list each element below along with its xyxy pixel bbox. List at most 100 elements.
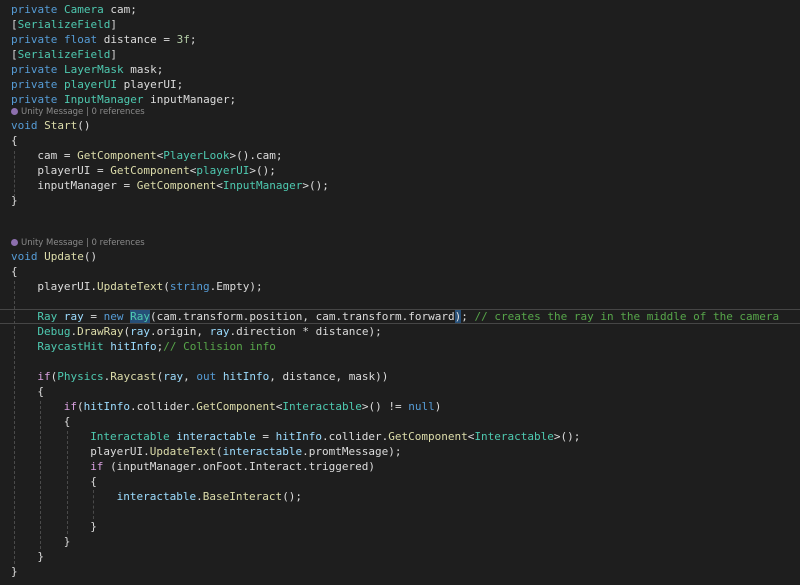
code-token: = [255, 430, 276, 443]
code-token: inputManager; [143, 93, 237, 106]
code-token: ray [209, 325, 230, 338]
code-token: () [83, 250, 98, 263]
code-token: .Empty); [209, 280, 263, 293]
code-token: >(); [553, 430, 581, 443]
code-token: Camera [63, 3, 104, 16]
code-token: if [63, 400, 78, 413]
code-line: } [11, 564, 800, 579]
code-token: ( [163, 280, 170, 293]
code-token: cam = [37, 149, 78, 162]
code-token: , distance, mask)) [269, 370, 389, 383]
code-token: Interactable [282, 400, 362, 413]
code-token: , [183, 370, 197, 383]
code-token: Start [44, 119, 78, 132]
code-line: { [11, 133, 800, 148]
code-token: SerializeField [17, 48, 111, 61]
codelens: Unity Message | 0 references [11, 107, 800, 118]
code-token: Physics [57, 370, 104, 383]
code-token: >().cam; [229, 149, 283, 162]
code-line: Interactable interactable = hitInfo.coll… [11, 429, 800, 444]
code-token: = [83, 310, 104, 323]
code-token: ] [110, 48, 117, 61]
code-token: .collider. [130, 400, 197, 413]
code-token: Interactable [90, 430, 170, 443]
code-editor[interactable]: private Camera cam; [SerializeField] priva… [11, 2, 800, 579]
code-line: private InputManager inputManager; [11, 92, 800, 107]
code-token: ray [163, 370, 184, 383]
code-token: UpdateText [97, 280, 164, 293]
code-token: UpdateText [149, 445, 217, 458]
code-token: playerUI [196, 164, 250, 177]
code-token: InputManager [63, 93, 144, 106]
code-token: >() != [361, 400, 409, 413]
code-token: { [11, 265, 18, 278]
code-token: playerUI; [116, 78, 184, 91]
code-token: ( [216, 445, 223, 458]
codelens-text[interactable]: Unity Message | 0 references [21, 107, 145, 117]
code-token: InputManager [222, 179, 303, 192]
code-line: private playerUI playerUI; [11, 77, 800, 92]
code-token: } [37, 550, 45, 563]
unity-icon [11, 108, 18, 115]
code-token: playerUI = [37, 164, 111, 177]
code-token: ray [130, 325, 150, 338]
code-token: [ [11, 48, 18, 61]
code-token: () [77, 119, 91, 132]
code-token: Ray [130, 310, 151, 323]
code-token: playerUI. [90, 445, 150, 458]
code-token: ray [63, 310, 84, 323]
code-line: { [11, 264, 800, 279]
code-token: SerializeField [17, 18, 111, 31]
code-token: { [11, 134, 18, 147]
code-token: private [11, 33, 64, 46]
code-line: private Camera cam; [11, 2, 800, 17]
code-token: .promtMessage); [302, 445, 402, 458]
code-token: interactable [176, 430, 256, 443]
code-token: >(); [249, 164, 276, 177]
code-token: GetComponent [136, 179, 217, 192]
code-token: LayerMask [63, 63, 124, 76]
code-token: ; [461, 310, 475, 323]
code-line: inputManager = GetComponent<InputManager… [11, 178, 800, 193]
codelens-text[interactable]: Unity Message | 0 references [21, 238, 145, 248]
code-token: GetComponent [388, 430, 468, 443]
code-line: { [11, 384, 800, 399]
code-token: playerUI [63, 78, 117, 91]
code-token: } [11, 565, 18, 578]
code-token: ] [110, 18, 117, 31]
code-line: playerUI.UpdateText(interactable.promtMe… [11, 444, 800, 459]
unity-icon [11, 239, 18, 246]
code-line: private float distance = 3f; [11, 32, 800, 47]
code-token: void [11, 250, 45, 263]
code-line: private LayerMask mask; [11, 62, 800, 77]
code-line: if(Physics.Raycast(ray, out hitInfo, dis… [11, 369, 800, 384]
code-token: distance = [103, 33, 177, 46]
code-token: null [408, 400, 435, 413]
indent-guide [93, 490, 94, 519]
code-token: inputManager = [37, 179, 137, 192]
codelens: Unity Message | 0 references [11, 238, 800, 249]
code-token: .direction * distance); [229, 325, 382, 338]
code-token: private [11, 63, 64, 76]
code-token: private [11, 3, 64, 16]
code-token: Debug [37, 325, 71, 338]
code-line: [SerializeField] [11, 47, 800, 62]
code-line: void Start() [11, 118, 800, 133]
code-token: (); [282, 490, 303, 503]
code-line: } [11, 549, 800, 564]
code-line: [SerializeField] [11, 17, 800, 32]
code-token: < [216, 179, 223, 192]
code-token: Ray [37, 310, 58, 323]
code-token: GetComponent [77, 149, 157, 162]
indent-guide [14, 151, 15, 197]
code-token: private [11, 78, 64, 91]
code-token: { [90, 475, 97, 488]
code-token: Update [44, 250, 84, 263]
code-token: RaycastHit [37, 340, 104, 353]
code-token: interactable [222, 445, 303, 458]
indent-guide [40, 401, 41, 549]
code-line: Debug.DrawRay(ray.origin, ray.direction … [11, 324, 800, 339]
code-line: if(hitInfo.collider.GetComponent<Interac… [11, 399, 800, 414]
